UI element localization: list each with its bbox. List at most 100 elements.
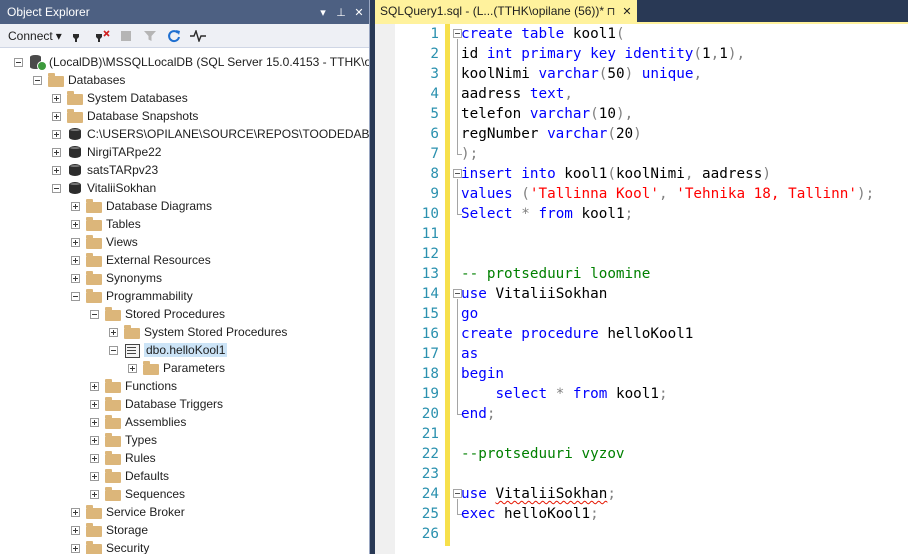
expand-icon[interactable] — [52, 147, 61, 157]
code-token: create procedure — [461, 326, 608, 342]
code-token: ( — [590, 106, 599, 122]
database-icon — [69, 163, 81, 177]
tree-node[interactable]: Service Broker — [0, 503, 369, 521]
expand-icon[interactable] — [109, 327, 118, 337]
code-token: -- protseduuri loomine — [461, 266, 651, 282]
tree-node[interactable]: Functions — [0, 377, 369, 395]
expand-icon[interactable] — [71, 201, 80, 211]
expand-icon[interactable] — [52, 129, 61, 139]
tree-node[interactable]: Sequences — [0, 485, 369, 503]
expand-icon[interactable] — [90, 453, 99, 463]
code-token: kool1 — [581, 206, 625, 222]
tree-node[interactable]: NirgiTARpe22 — [0, 143, 369, 161]
collapse-icon[interactable] — [71, 291, 80, 301]
tree-node[interactable]: Storage — [0, 521, 369, 539]
expand-icon[interactable] — [90, 435, 99, 445]
code-line: 5 telefon varchar(10), — [375, 104, 908, 124]
collapse-icon[interactable] — [109, 345, 118, 355]
connect-button[interactable]: Connect ▾ — [8, 29, 62, 43]
code-token: ) — [762, 166, 771, 182]
tree-node[interactable]: Types — [0, 431, 369, 449]
document-tab-bar: SQLQuery1.sql - (L...(TTHK\opilane (56))… — [375, 0, 908, 22]
code-editor-area[interactable]: 1 create table kool1(2 id int primary key … — [375, 24, 908, 554]
tree-node-label: Database Triggers — [125, 397, 224, 411]
code-text: exec helloKool1; — [461, 504, 599, 524]
window-position-icon[interactable]: ▾ — [315, 6, 331, 19]
expand-icon[interactable] — [90, 381, 99, 391]
tree-node[interactable]: Programmability — [0, 287, 369, 305]
expand-icon[interactable] — [71, 525, 80, 535]
code-line: 13 -- protseduuri loomine — [375, 264, 908, 284]
disconnect-icon[interactable] — [94, 28, 110, 44]
tree-node-label: Functions — [125, 379, 178, 393]
line-number: 4 — [430, 86, 439, 102]
tree-node[interactable]: Assemblies — [0, 413, 369, 431]
code-token: 20 — [615, 126, 634, 142]
code-line: 7); — [375, 144, 908, 164]
close-icon[interactable]: ✕ — [351, 6, 367, 19]
expand-icon[interactable] — [52, 111, 61, 121]
tree-node[interactable]: Tables — [0, 215, 369, 233]
refresh-icon[interactable] — [166, 28, 182, 44]
code-token: values — [461, 186, 522, 202]
connect-plug-icon[interactable] — [70, 28, 86, 44]
expand-icon[interactable] — [90, 399, 99, 409]
expand-icon[interactable] — [71, 255, 80, 265]
folder-icon — [105, 450, 121, 465]
expand-icon[interactable] — [71, 507, 80, 517]
collapse-icon[interactable] — [90, 309, 99, 319]
tree-node[interactable]: Security — [0, 539, 369, 554]
tree-node[interactable]: Parameters — [0, 359, 369, 377]
line-number: 12 — [421, 246, 439, 262]
expand-icon[interactable] — [52, 165, 61, 175]
folder-icon — [105, 432, 121, 447]
collapse-icon[interactable] — [33, 75, 42, 85]
collapse-icon[interactable] — [52, 183, 61, 193]
tree-node[interactable]: VitaliiSokhan — [0, 179, 369, 197]
line-number: 25 — [421, 506, 439, 522]
expand-icon[interactable] — [90, 471, 99, 481]
tree-node-label: System Stored Procedures — [144, 325, 288, 339]
tree-node[interactable]: Databases — [0, 71, 369, 89]
expand-icon[interactable] — [90, 489, 99, 499]
line-number: 22 — [421, 446, 439, 462]
tree-node[interactable]: dbo.helloKool1 — [0, 341, 369, 359]
tree-node[interactable]: Rules — [0, 449, 369, 467]
tree-node[interactable]: Stored Procedures — [0, 305, 369, 323]
stop-icon[interactable] — [118, 28, 134, 44]
auto-hide-pin-icon[interactable]: ⊥ — [333, 6, 349, 19]
code-token: varchar — [547, 126, 608, 142]
expand-icon[interactable] — [128, 363, 137, 373]
tree-node[interactable]: Database Diagrams — [0, 197, 369, 215]
tab-sqlquery1[interactable]: SQLQuery1.sql - (L...(TTHK\opilane (56))… — [375, 0, 637, 22]
line-number: 9 — [430, 186, 439, 202]
expand-icon[interactable] — [71, 237, 80, 247]
tree-node[interactable]: C:\USERS\OPILANE\SOURCE\REPOS\TOODEDAB\B… — [0, 125, 369, 143]
tree-node[interactable]: (LocalDB)\MSSQLLocalDB (SQL Server 15.0.… — [0, 53, 369, 71]
collapse-icon[interactable] — [14, 57, 23, 67]
expand-icon[interactable] — [71, 543, 80, 553]
connect-label: Connect — [8, 28, 53, 43]
activity-monitor-icon[interactable] — [189, 28, 206, 44]
tree-node[interactable]: Database Triggers — [0, 395, 369, 413]
tree-node[interactable]: Views — [0, 233, 369, 251]
tree-node[interactable]: System Databases — [0, 89, 369, 107]
tree-node[interactable]: System Stored Procedures — [0, 323, 369, 341]
code-line: 6 regNumber varchar(20) — [375, 124, 908, 144]
tree-node[interactable]: Synonyms — [0, 269, 369, 287]
tree-node[interactable]: External Resources — [0, 251, 369, 269]
code-text: koolNimi varchar(50) unique, — [461, 64, 702, 84]
expand-icon[interactable] — [52, 93, 61, 103]
close-tab-icon[interactable]: ✕ — [621, 5, 633, 18]
filter-icon[interactable] — [142, 28, 158, 44]
tree-node[interactable]: Defaults — [0, 467, 369, 485]
line-number: 14 — [421, 286, 439, 302]
pin-tab-icon[interactable]: ⊓ — [605, 5, 617, 18]
tree-node[interactable]: satsTARpv23 — [0, 161, 369, 179]
server-icon — [29, 55, 47, 71]
tree-node[interactable]: Database Snapshots — [0, 107, 369, 125]
expand-icon[interactable] — [71, 273, 80, 283]
expand-icon[interactable] — [71, 219, 80, 229]
code-token: 1 — [719, 46, 728, 62]
expand-icon[interactable] — [90, 417, 99, 427]
